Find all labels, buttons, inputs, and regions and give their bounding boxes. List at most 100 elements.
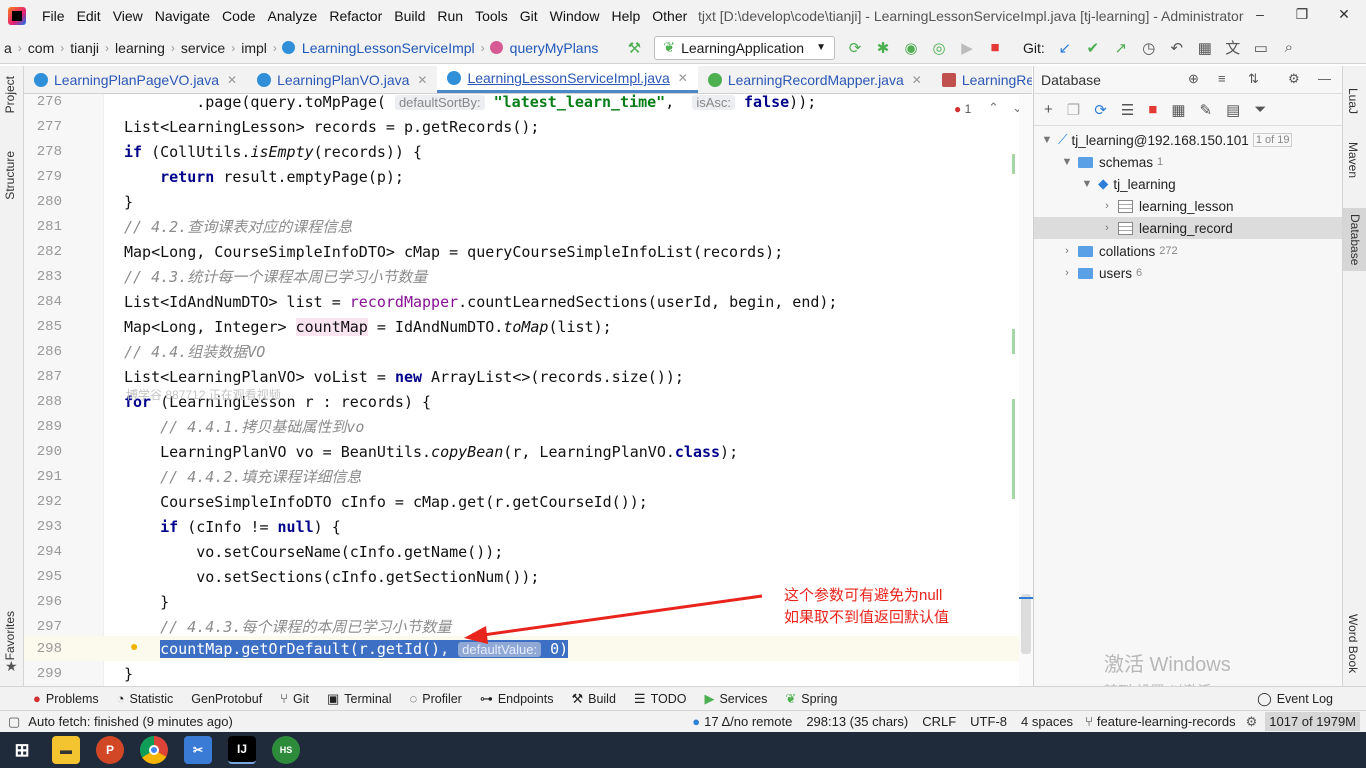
- menu-run[interactable]: Run: [431, 8, 469, 24]
- event-log-button[interactable]: ◯ Event Log: [1248, 691, 1342, 707]
- todo-button[interactable]: ☰ TODO: [625, 691, 696, 707]
- word-book-tool-button[interactable]: Word Book: [1346, 614, 1360, 673]
- add-icon[interactable]: +: [1044, 101, 1053, 118]
- git-button[interactable]: ⑂ Git: [271, 691, 318, 706]
- project-structure-icon[interactable]: ▦: [1194, 37, 1216, 59]
- chevron-right-icon[interactable]: ›: [1100, 200, 1114, 212]
- refresh-icon[interactable]: ⟳: [1094, 101, 1107, 119]
- breadcrumb-root[interactable]: a: [0, 40, 16, 56]
- presentation-icon[interactable]: ▭: [1250, 37, 1272, 59]
- menu-window[interactable]: Window: [544, 8, 606, 24]
- tree-table-learning-record[interactable]: › learning_record: [1034, 217, 1342, 239]
- endpoints-button[interactable]: ⊶ Endpoints: [471, 691, 563, 707]
- translate-icon[interactable]: 文: [1222, 37, 1244, 59]
- tab-learning-record-mapper-xml[interactable]: LearningRecordMa: [932, 66, 1032, 93]
- lock-icon[interactable]: ⚙: [1246, 714, 1258, 730]
- problems-button[interactable]: ● Problems: [24, 691, 108, 706]
- git-update-icon[interactable]: ↙: [1054, 37, 1076, 59]
- close-icon[interactable]: ✕: [227, 73, 237, 87]
- profile-icon[interactable]: ◎: [928, 37, 950, 59]
- menu-view[interactable]: View: [107, 8, 149, 24]
- structure-tool-button[interactable]: Structure: [3, 151, 17, 200]
- profiler-button[interactable]: ◌ Profiler: [401, 691, 471, 706]
- hide-icon[interactable]: —: [1318, 71, 1331, 86]
- start-icon[interactable]: ⊞: [8, 736, 36, 764]
- tab-learning-record-mapper[interactable]: LearningRecordMapper.java ✕: [698, 66, 932, 93]
- sql-console-icon[interactable]: ▤: [1226, 101, 1240, 119]
- run-icon[interactable]: ▶: [956, 37, 978, 59]
- tree-schema-tj-learning[interactable]: ▼ ◆ tj_learning: [1080, 173, 1176, 195]
- properties-icon[interactable]: ☰: [1121, 101, 1134, 119]
- run-configuration-select[interactable]: ❦ LearningApplication ▼: [654, 35, 835, 60]
- close-icon[interactable]: ✕: [678, 71, 688, 85]
- screenshot-tool-icon[interactable]: ✂: [184, 736, 212, 764]
- collapse-icon[interactable]: ≡: [1218, 71, 1226, 86]
- menu-analyze[interactable]: Analyze: [262, 8, 324, 24]
- menu-git[interactable]: Git: [514, 8, 544, 24]
- statistic-button[interactable]: ◔ Statistic: [108, 691, 183, 706]
- close-icon[interactable]: ✕: [912, 73, 922, 87]
- hammer-icon[interactable]: ⚒: [623, 37, 645, 59]
- menu-tools[interactable]: Tools: [469, 8, 514, 24]
- breadcrumb-learning[interactable]: learning: [111, 40, 169, 56]
- coverage-icon[interactable]: ◉: [900, 37, 922, 59]
- luaj-tool-button[interactable]: LuaJ: [1346, 88, 1360, 114]
- edit-icon[interactable]: ✎: [1200, 101, 1213, 119]
- tree-table-learning-lesson[interactable]: › learning_lesson: [1100, 195, 1233, 217]
- genprotobuf-button[interactable]: GenProtobuf: [182, 692, 271, 706]
- hs-icon[interactable]: HS: [272, 736, 300, 764]
- maven-tool-button[interactable]: Maven: [1346, 142, 1360, 178]
- close-icon[interactable]: ✕: [417, 73, 427, 87]
- expand-icon[interactable]: ⇅: [1248, 71, 1259, 87]
- intellij-icon[interactable]: IJ: [228, 736, 256, 764]
- indent-setting[interactable]: 4 spaces: [1021, 714, 1073, 729]
- stop-icon[interactable]: ■: [984, 37, 1006, 59]
- project-tool-button[interactable]: Project: [3, 76, 17, 113]
- file-explorer-icon[interactable]: ▬: [52, 736, 80, 764]
- database-tool-button[interactable]: Database: [1343, 208, 1366, 272]
- menu-refactor[interactable]: Refactor: [323, 8, 388, 24]
- git-commit-icon[interactable]: ✔: [1082, 37, 1104, 59]
- table-view-icon[interactable]: ▦: [1171, 101, 1185, 119]
- globe-icon[interactable]: ⊕: [1188, 71, 1199, 87]
- file-encoding[interactable]: UTF-8: [970, 714, 1007, 729]
- tab-learning-lesson-service-impl[interactable]: LearningLessonServiceImpl.java ✕: [437, 66, 698, 93]
- stop-icon[interactable]: ■: [1148, 101, 1157, 118]
- chevron-right-icon[interactable]: ›: [1060, 267, 1074, 279]
- chrome-icon[interactable]: [140, 736, 168, 764]
- menu-file[interactable]: File: [36, 8, 71, 24]
- tree-connection[interactable]: ▼ ⟋ tj_learning@192.168.150.101 1 of 19: [1040, 129, 1293, 151]
- favorites-tool-button[interactable]: Favorites: [3, 611, 17, 660]
- copy-icon[interactable]: ❐: [1067, 101, 1080, 119]
- menu-help[interactable]: Help: [605, 8, 646, 24]
- editor-scrollbar[interactable]: [1019, 94, 1033, 686]
- close-window-icon[interactable]: ✕: [1334, 6, 1354, 23]
- vcs-status[interactable]: 17 Δ/no remote: [704, 714, 792, 729]
- history-icon[interactable]: ◷: [1138, 37, 1160, 59]
- tab-learning-plan-page-vo[interactable]: LearningPlanPageVO.java ✕: [24, 66, 247, 93]
- spring-button[interactable]: ❦ Spring: [776, 691, 846, 707]
- git-branch[interactable]: feature-learning-records: [1097, 714, 1236, 729]
- memory-indicator[interactable]: 1017 of 1979M: [1265, 712, 1360, 731]
- tree-collations[interactable]: › collations 272: [1060, 240, 1177, 262]
- breadcrumb-service[interactable]: service: [177, 40, 229, 56]
- menu-edit[interactable]: Edit: [71, 8, 107, 24]
- tree-users[interactable]: › users 6: [1060, 262, 1142, 284]
- chevron-down-icon[interactable]: ▼: [1060, 156, 1074, 168]
- chevron-right-icon[interactable]: ›: [1060, 245, 1074, 257]
- filter-icon[interactable]: ⏷: [1254, 101, 1266, 118]
- build-button[interactable]: ⚒ Build: [562, 691, 624, 707]
- breadcrumb-com[interactable]: com: [24, 40, 58, 56]
- menu-build[interactable]: Build: [388, 8, 431, 24]
- menu-code[interactable]: Code: [216, 8, 261, 24]
- tab-learning-plan-vo[interactable]: LearningPlanVO.java ✕: [247, 66, 437, 93]
- rollback-icon[interactable]: ↶: [1166, 37, 1188, 59]
- services-button[interactable]: ▶ Services: [695, 691, 776, 707]
- breadcrumb-tianji[interactable]: tianji: [66, 40, 103, 56]
- search-icon[interactable]: ⌕: [1278, 37, 1300, 59]
- terminal-button[interactable]: ▣ Terminal: [318, 691, 401, 707]
- status-message[interactable]: Auto fetch: finished (9 minutes ago): [28, 714, 233, 729]
- breadcrumb-method[interactable]: queryMyPlans: [506, 40, 603, 56]
- line-separator[interactable]: CRLF: [922, 714, 956, 729]
- chevron-right-icon[interactable]: ›: [1100, 222, 1114, 234]
